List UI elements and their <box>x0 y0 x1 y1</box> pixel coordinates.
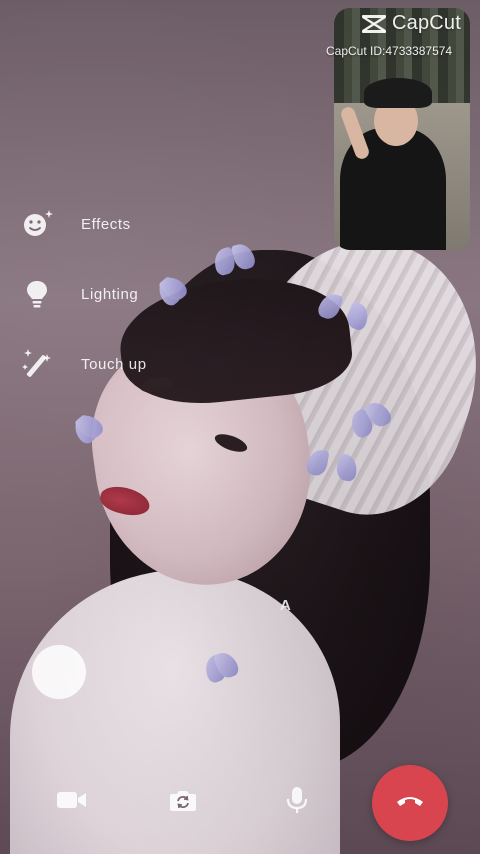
capcut-logo-icon <box>360 13 388 35</box>
flip-camera-button[interactable] <box>165 786 201 818</box>
butterfly-sticker <box>303 446 360 498</box>
pip-person-hat <box>364 78 432 108</box>
camera-flip-icon <box>168 787 198 818</box>
mute-button[interactable] <box>282 786 312 818</box>
end-call-button[interactable] <box>372 765 448 841</box>
capcut-watermark: CapCut <box>360 12 461 35</box>
menu-label-touch-up: Touch up <box>81 355 147 373</box>
menu-label-lighting: Lighting <box>81 285 139 303</box>
menu-item-effects[interactable]: Effects <box>20 206 131 242</box>
capcut-brand-text: CapCut <box>392 12 462 34</box>
microphone-icon <box>286 785 308 820</box>
lightbulb-icon <box>20 277 54 311</box>
capture-button[interactable] <box>32 645 86 699</box>
video-call-screen: A CapCut CapCut ID:4733387574 Effects Li… <box>0 0 480 854</box>
menu-item-lighting[interactable]: Lighting <box>20 276 138 312</box>
smiley-sparkle-icon <box>20 207 54 241</box>
camera-toggle-button[interactable] <box>52 786 92 818</box>
menu-item-touch-up[interactable]: Touch up <box>20 346 147 382</box>
butterfly-sticker <box>152 270 186 304</box>
capcut-id-text: CapCut ID:4733387574 <box>326 44 453 58</box>
magic-wand-icon <box>20 347 54 381</box>
menu-label-effects: Effects <box>81 215 131 233</box>
video-camera-icon <box>55 789 89 816</box>
end-call-icon <box>395 793 425 814</box>
overlay-letters: A <box>280 597 292 614</box>
